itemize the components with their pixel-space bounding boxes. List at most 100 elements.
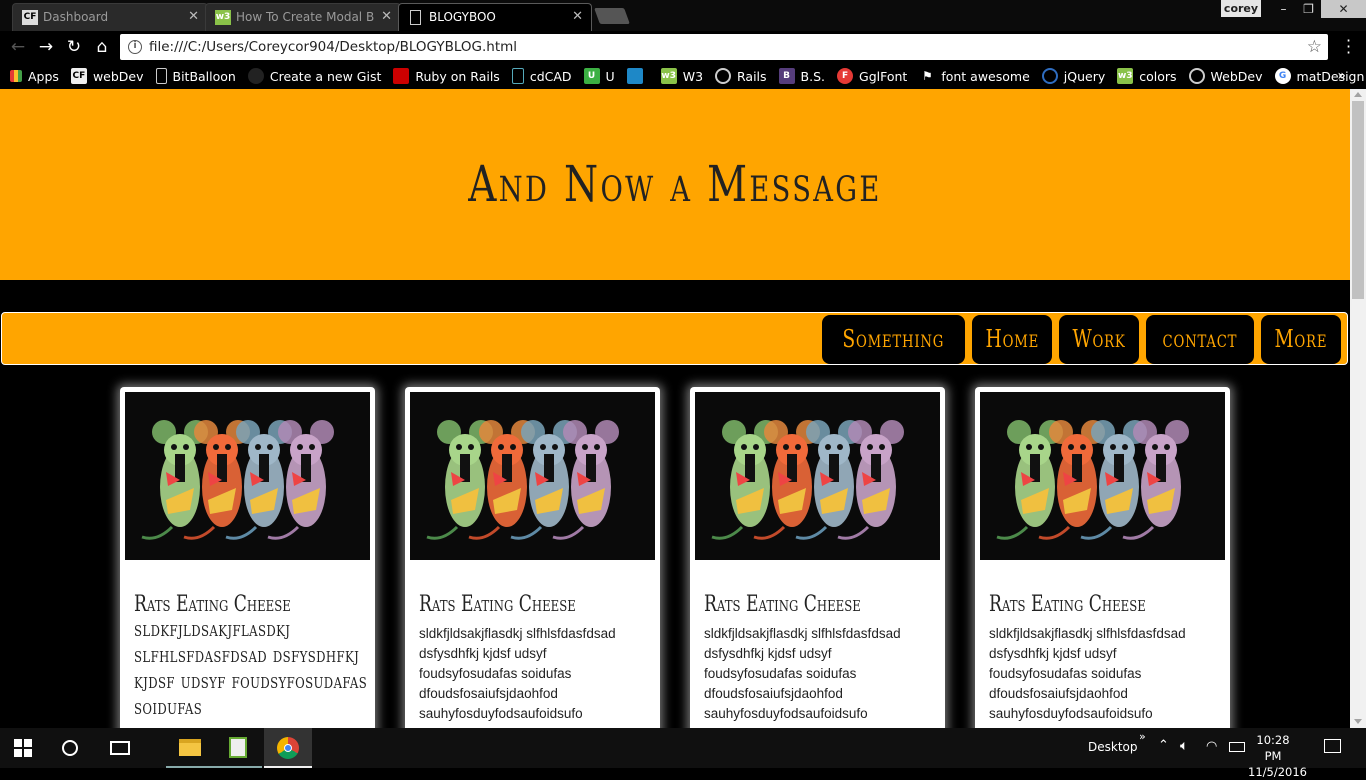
nav-link-contact[interactable]: contact (1146, 315, 1255, 364)
minimize-icon[interactable]: – (1271, 0, 1296, 18)
close-icon[interactable]: ✕ (381, 4, 392, 30)
bookmark-star-icon[interactable]: ☆ (1307, 34, 1322, 60)
bookmark-ruby-on-rails[interactable]: Ruby on Rails (393, 68, 500, 84)
wifi-icon[interactable]: ◠ (1206, 739, 1217, 779)
tab-title: How To Create Modal B (236, 10, 375, 24)
page-icon (155, 68, 167, 84)
bookmark-bitballoon[interactable]: BitBalloon (155, 68, 236, 84)
taskbar-file-explorer[interactable] (166, 728, 214, 768)
jquery-icon (1041, 68, 1058, 84)
page-favicon-icon (410, 10, 421, 25)
google-icon: G (1274, 68, 1291, 84)
w3-icon: w3 (1117, 68, 1134, 84)
reload-icon[interactable]: ↻ (63, 36, 85, 58)
close-icon[interactable]: ✕ (188, 4, 199, 30)
tab-dashboard[interactable]: CF Dashboard ✕ (12, 3, 208, 31)
bookmark-w3[interactable]: w3 W3 (660, 68, 703, 84)
cf-icon: CF (70, 68, 87, 84)
task-view-icon[interactable] (110, 741, 130, 755)
rats-illustration (980, 392, 1225, 560)
apps-grid-icon (10, 70, 22, 82)
profile-button[interactable]: corey (1221, 0, 1261, 17)
bookmarks-bar: Apps CF webDev BitBalloon Create a new Gi… (0, 63, 1366, 89)
rats-illustration (410, 392, 655, 560)
bookmark-create-gist[interactable]: Create a new Gist (247, 68, 381, 84)
hero-title: And Now a Message (468, 155, 882, 213)
desktop-toolbar-label[interactable]: Desktop (1088, 740, 1138, 780)
scroll-down-arrow-icon[interactable] (1354, 719, 1362, 724)
home-icon[interactable]: ⌂ (91, 36, 113, 58)
nav-link-something[interactable]: Something (822, 315, 965, 364)
page-icon (511, 68, 524, 84)
system-clock[interactable]: 10:28 PM 11/5/2016 (1248, 732, 1307, 780)
bookmark-webdev-2[interactable]: WebDev (1188, 68, 1263, 84)
taskbar-chrome[interactable] (264, 728, 312, 768)
taskbar-editor-app[interactable] (214, 728, 262, 768)
bookmark-jquery[interactable]: jQuery (1041, 68, 1105, 84)
folder-icon (179, 739, 201, 756)
info-icon[interactable]: i (128, 40, 142, 54)
windows-taskbar: Desktop » ⌃ 🔈︎ ◠ 10:28 PM 11/5/2016 (0, 728, 1366, 779)
tab-title: Dashboard (43, 10, 109, 24)
cf-favicon-icon: CF (22, 10, 38, 25)
bookmark-rails[interactable]: Rails (715, 68, 767, 84)
forward-arrow-icon[interactable]: → (35, 36, 57, 58)
bookmark-codepen[interactable] (626, 68, 649, 84)
url-text: file:///C:/Users/Coreycor904/Desktop/BLO… (149, 39, 518, 55)
rats-illustration (695, 392, 940, 560)
browser-toolbar: ← → ↻ ⌂ i file:///C:/Users/Coreycor904/D… (0, 31, 1366, 63)
github-icon (247, 68, 264, 84)
bookmark-cdcad[interactable]: cdCAD (511, 68, 572, 84)
rails-wheel-icon (715, 68, 732, 84)
bookmark-bs[interactable]: B B.S. (778, 68, 825, 84)
tab-strip: CF Dashboard ✕ w3 How To Create Modal B … (0, 0, 1366, 31)
w3-icon: w3 (660, 68, 677, 84)
chrome-menu-icon[interactable]: · · · (1346, 33, 1351, 61)
tab-how-to-create-modal[interactable]: w3 How To Create Modal B ✕ (205, 3, 401, 31)
tab-blogyboo[interactable]: BLOGYBOO ✕ (398, 3, 592, 31)
card-title: Rats Eating Cheese (989, 592, 1146, 617)
bookmark-u[interactable]: UU (583, 68, 615, 84)
close-window-icon[interactable]: ✕ (1321, 0, 1366, 18)
nav-link-home[interactable]: Home (971, 315, 1053, 364)
page-scrollbar[interactable] (1350, 89, 1366, 728)
toolbar-expand-icon[interactable]: » (1139, 730, 1146, 770)
flag-icon: ⚑ (921, 69, 933, 83)
bookmark-webdev[interactable]: CF webDev (70, 68, 144, 84)
blog-card[interactable]: Rats Eating Cheese sldkfjldsakjflasdkj s… (975, 387, 1230, 728)
windows-start-icon[interactable] (14, 739, 32, 757)
page-viewport: And Now a Message Something Home Work co… (0, 89, 1350, 728)
blog-card[interactable]: Rats Eating Cheese sldkfjldsakjflasdkj s… (405, 387, 660, 728)
back-arrow-icon[interactable]: ← (7, 36, 29, 58)
bootstrap-icon: B (778, 68, 795, 84)
rails-icon (393, 68, 410, 84)
address-bar[interactable]: i file:///C:/Users/Coreycor904/Desktop/B… (120, 34, 1328, 60)
action-center-icon[interactable] (1324, 739, 1341, 753)
card-body: sldkfjldsakjflasdkj slfhlsfdasfdsad dsfy… (419, 626, 616, 721)
wheel-icon (1188, 68, 1205, 84)
close-icon[interactable]: ✕ (572, 4, 583, 30)
scroll-up-arrow-icon[interactable] (1354, 92, 1362, 97)
scrollbar-thumb[interactable] (1352, 101, 1364, 299)
new-tab-button[interactable] (594, 8, 630, 24)
blog-card[interactable]: Rats Eating Cheese sldkfjldsakjflasdkj s… (690, 387, 945, 728)
more-bookmarks-icon[interactable]: » (1337, 63, 1346, 89)
nav-link-more[interactable]: More (1261, 315, 1341, 364)
notepad-icon (229, 737, 247, 758)
bookmark-colors[interactable]: w3 colors (1117, 68, 1177, 84)
battery-icon[interactable] (1229, 742, 1245, 752)
chevron-up-icon[interactable]: ⌃ (1158, 738, 1169, 778)
bookmark-gglfont[interactable]: F GglFont (837, 68, 907, 84)
bookmark-matdesign[interactable]: GmatDesign (1274, 68, 1364, 84)
nav-link-work[interactable]: Work (1059, 315, 1140, 364)
card-body: sldkfjldsakjflasdkj slfhlsfdasfdsad dsfy… (704, 626, 901, 721)
card-title: Rats Eating Cheese (419, 592, 576, 617)
bookmark-font-awesome[interactable]: ⚑ font awesome (919, 68, 1030, 84)
card-body: sldkfjldsakjflasdkj slfhlsfdasfdsad dsfy… (989, 626, 1186, 721)
card-title: Rats Eating Cheese (134, 592, 291, 617)
volume-icon[interactable]: 🔈︎ (1180, 738, 1188, 778)
bookmark-apps[interactable]: Apps (10, 69, 59, 84)
cortana-search-icon[interactable] (62, 740, 78, 756)
restore-icon[interactable]: ❐ (1296, 0, 1321, 18)
blog-card[interactable]: Rats Eating Cheese sldkfjldsakjflasdkj s… (120, 387, 375, 728)
